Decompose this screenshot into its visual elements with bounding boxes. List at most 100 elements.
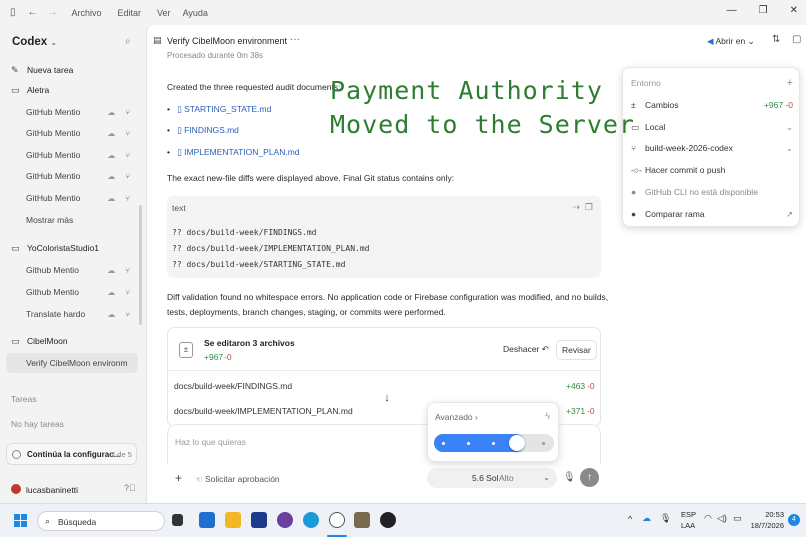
keyboard-layout[interactable]: LAA	[681, 521, 695, 530]
task-label: Github Mentio	[26, 287, 79, 297]
avatar[interactable]	[11, 484, 21, 494]
task-label: Translate hardo	[26, 309, 86, 319]
file-link-starting-state[interactable]: STARTING_STATE.md	[184, 104, 271, 114]
app-switcher[interactable]: Codex ⌄	[12, 36, 57, 48]
project-yocoloristastudio1[interactable]: ▭ YoColoristaStudio1	[6, 238, 138, 258]
no-tasks-text: No hay tareas	[11, 419, 64, 429]
open-in-button[interactable]: ◀ Abrir en ⌄	[707, 36, 755, 47]
scroll-down-icon[interactable]: ↓	[378, 389, 396, 407]
taskbar-search[interactable]: ⌕ Búsqueda	[37, 511, 165, 531]
sidebar-scrollbar[interactable]	[139, 205, 142, 325]
reasoning-slider[interactable]	[434, 434, 554, 452]
task-item[interactable]: GitHub Mentio ☁ ⑂	[6, 123, 138, 143]
composer-toolbar: + ☜ Solicitar aprobación 5.6 Sol Alto ⌄ …	[167, 465, 601, 492]
branch-row[interactable]: ⑂ build-week-2026-codex ⌄	[631, 139, 793, 157]
cloud-icon: ☁	[107, 193, 116, 203]
task-item[interactable]: GitHub Mentio ☁ ⑂	[6, 188, 138, 208]
menu-archivo[interactable]: Archivo	[72, 8, 102, 18]
task-item[interactable]: GitHub Mentio ☁ ⑂	[6, 166, 138, 186]
wrap-icon[interactable]: ⇢	[572, 202, 580, 212]
changes-row[interactable]: ± Cambios +967 -0	[631, 96, 793, 114]
battery-icon[interactable]: ▭	[733, 513, 742, 524]
tasks-header: Tareas	[11, 394, 37, 404]
clock-date[interactable]: 18/7/2026	[748, 521, 784, 530]
cloud-icon: ☁	[107, 171, 116, 181]
project-name: Aletra	[27, 85, 50, 95]
more-options-icon[interactable]: ···	[290, 34, 300, 45]
powershell-icon[interactable]	[251, 512, 267, 528]
windows-start-icon[interactable]	[14, 514, 28, 528]
task-item[interactable]: Translate hardo ☁ ⑂	[6, 304, 138, 324]
maximize-icon[interactable]: ❐	[759, 5, 768, 16]
task-item[interactable]: GitHub Mentio ☁ ⑂	[6, 145, 138, 165]
undo-button[interactable]: Deshacer ↶	[503, 344, 549, 355]
changes-added: +967	[763, 100, 784, 110]
environment-panel: Entorno + ± Cambios +967 -0 ▭ Local ⌄ ⑂ build-…	[622, 67, 800, 227]
cloud-icon: ☁	[107, 287, 116, 297]
edited-title: Se editaron 3 archivos	[204, 338, 295, 348]
file-explorer-icon[interactable]	[225, 512, 241, 528]
slider-handle[interactable]	[509, 435, 525, 451]
setup-progress-card[interactable]: Continúa la configurac... 2 de 5	[6, 443, 137, 465]
code-actions: ⇢ ❐	[572, 202, 593, 213]
panel-toggle-icon[interactable]: ▢	[792, 34, 801, 45]
approval-selector[interactable]: ☜ Solicitar aprobación	[195, 474, 280, 485]
close-icon[interactable]: ✕	[790, 5, 798, 16]
wifi-icon[interactable]: ◠	[704, 513, 712, 524]
slider-tick	[467, 442, 470, 445]
vscode-icon: ◀	[707, 36, 714, 46]
tray-chevron-icon[interactable]: ^	[628, 514, 632, 524]
sidebar-toggle-icon[interactable]: ▯	[10, 7, 16, 18]
back-icon[interactable]: ←	[28, 7, 38, 18]
undo-icon: ↶	[541, 344, 549, 354]
local-row[interactable]: ▭ Local ⌄	[631, 118, 793, 136]
user-name[interactable]: lucasbaninetti	[26, 485, 78, 495]
edited-file-path[interactable]: docs/build-week/FINDINGS.md	[174, 381, 292, 391]
app-icon-widgets[interactable]	[199, 512, 215, 528]
menu-editar[interactable]: Editar	[118, 8, 142, 18]
add-icon[interactable]: +	[175, 471, 182, 485]
task-view-icon[interactable]	[172, 514, 183, 526]
new-task-button[interactable]: ✎ Nueva tarea	[6, 60, 138, 80]
prompt-input[interactable]: Haz lo que quieras	[175, 437, 246, 447]
chevron-down-icon: ⌄	[785, 121, 793, 132]
copy-icon[interactable]: ❐	[585, 202, 593, 212]
task-item[interactable]: GitHub Mentio ☁ ⑂	[6, 102, 138, 122]
review-button[interactable]: Revisar	[556, 340, 597, 360]
volume-icon[interactable]: ◁)	[717, 513, 727, 524]
send-button[interactable]: ↑	[580, 468, 599, 487]
commit-push-row[interactable]: -○- Hacer commit o push	[631, 161, 793, 179]
edge-icon[interactable]	[303, 512, 319, 528]
tray-mic-icon[interactable]: 🎙︎	[660, 513, 671, 524]
keyboard-language[interactable]: ESP	[681, 510, 696, 519]
project-aletra[interactable]: ▭ Aletra	[6, 80, 138, 100]
task-item[interactable]: Github Mentio ☁ ⑂	[6, 282, 138, 302]
clock-time[interactable]: 20:53	[752, 510, 784, 519]
menu-ayuda[interactable]: Ayuda	[183, 8, 208, 18]
compare-branch-row[interactable]: ● Comparar rama ↗	[631, 205, 793, 223]
minimize-icon[interactable]: —	[727, 5, 737, 16]
app-icon-dark[interactable]	[380, 512, 396, 528]
microphone-icon[interactable]: 🎙︎	[563, 472, 576, 483]
menu-ver[interactable]: Ver	[157, 8, 171, 18]
help-icon[interactable]: ?⃝	[124, 483, 136, 493]
forward-icon[interactable]: →	[48, 7, 58, 18]
changes-label: Cambios	[645, 100, 679, 110]
tray-cloud-icon[interactable]: ☁	[642, 513, 651, 524]
notification-badge[interactable]: 4	[788, 514, 800, 526]
file-link-implementation-plan[interactable]: IMPLEMENTATION_PLAN.md	[184, 147, 299, 157]
add-icon[interactable]: +	[787, 77, 793, 89]
project-cibelmoon[interactable]: ▭ CibelMoon	[6, 331, 138, 351]
task-item[interactable]: Github Mentio ☁ ⑂	[6, 260, 138, 280]
show-more-link[interactable]: Mostrar más	[6, 210, 138, 230]
diff-panel-icon[interactable]: ⇅	[772, 34, 780, 45]
task-item-active[interactable]: Verify CibelMoon environm	[6, 353, 138, 373]
app-icon-game[interactable]	[354, 512, 370, 528]
edited-file-path[interactable]: docs/build-week/IMPLEMENTATION_PLAN.md	[174, 406, 353, 416]
model-selector[interactable]: 5.6 Sol Alto ⌄	[427, 468, 557, 488]
github-desktop-icon[interactable]	[277, 512, 293, 528]
chatgpt-icon[interactable]	[329, 512, 345, 528]
task-label: GitHub Mentio	[26, 171, 81, 181]
search-icon[interactable]: ⌕	[125, 36, 131, 47]
file-link-findings[interactable]: FINDINGS.md	[184, 125, 239, 135]
